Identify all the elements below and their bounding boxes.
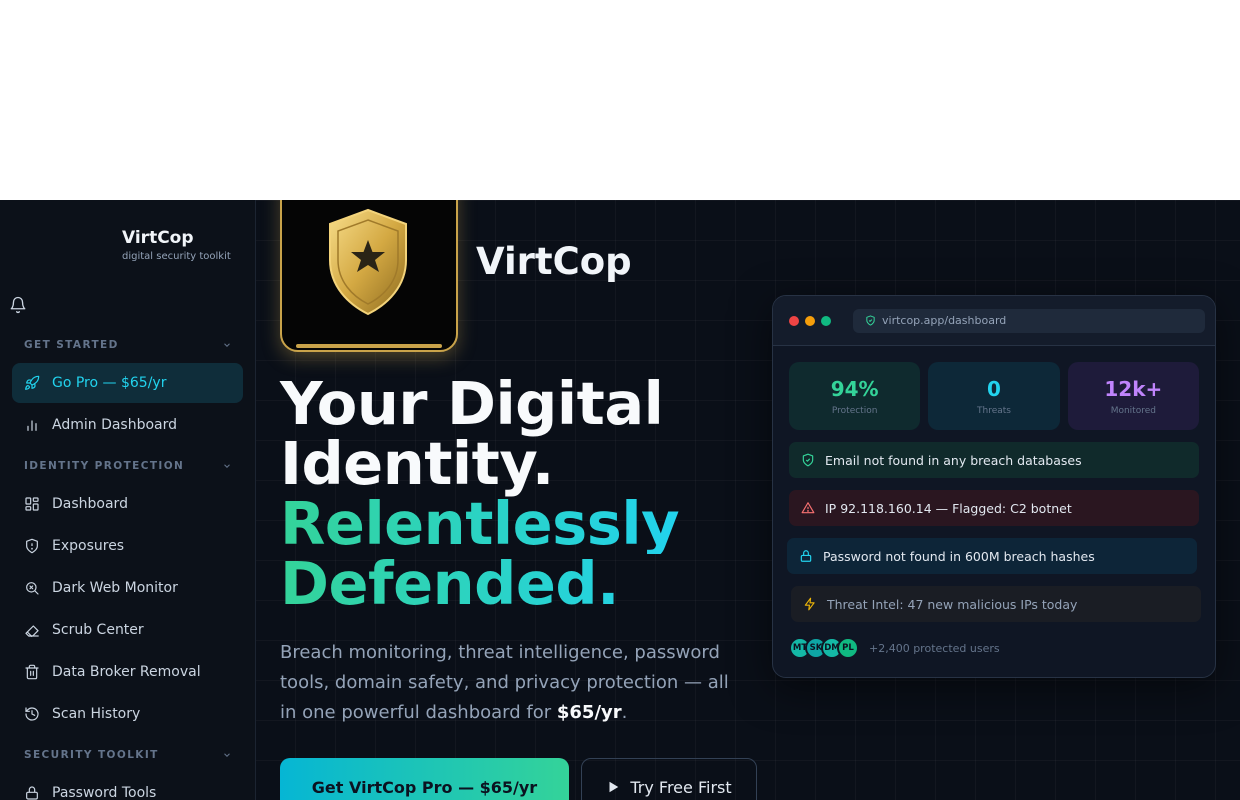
headline-line: Your Digital bbox=[280, 369, 664, 438]
search-icon bbox=[26, 582, 39, 595]
sidebar-item-label: Dark Web Monitor bbox=[52, 580, 178, 596]
alert-password-safe: Password not found in 600M breach hashes bbox=[787, 538, 1197, 574]
sidebar-item-label: Scan History bbox=[52, 706, 141, 722]
rocket-icon bbox=[25, 375, 40, 390]
sidebar-item-go-pro[interactable]: Go Pro — $65/yr bbox=[12, 363, 243, 403]
window-close-dot bbox=[789, 315, 799, 326]
play-icon bbox=[609, 781, 619, 793]
get-pro-button[interactable]: Get VirtCop Pro — $65/yr bbox=[280, 758, 569, 800]
stat-monitored: 12k+ Monitored bbox=[1067, 362, 1199, 430]
brand[interactable]: VirtCop digital security toolkit bbox=[122, 228, 231, 262]
section-security-toolkit[interactable]: SECURITY TOOLKIT bbox=[24, 749, 232, 761]
logo-base-bar bbox=[296, 344, 442, 348]
sidebar-item-scrub-center[interactable]: Scrub Center bbox=[12, 610, 243, 650]
stat-label: Monitored bbox=[1110, 405, 1156, 416]
shield-icon bbox=[26, 538, 38, 554]
dashboard-preview: virtcop.app/dashboard 94% Protection 0 T… bbox=[772, 295, 1216, 678]
headline-accent-line: Defended. bbox=[280, 554, 679, 614]
hero-headline: Your Digital Identity. Relentlessly Defe… bbox=[280, 369, 680, 614]
brand-tagline: digital security toolkit bbox=[122, 251, 231, 262]
chevron-down-icon bbox=[224, 753, 230, 757]
sidebar-item-label: Password Tools bbox=[52, 785, 157, 800]
avatar: PL bbox=[837, 637, 859, 659]
alert-text: Email not found in any breach databases bbox=[825, 452, 1082, 468]
headline-accent-line: Relentlessly bbox=[280, 489, 680, 558]
description-text: Breach monitoring, threat intelligence, … bbox=[280, 642, 729, 723]
url-text: virtcop.app/dashboard bbox=[882, 314, 1007, 327]
try-free-button[interactable]: Try Free First bbox=[581, 758, 757, 800]
section-identity-protection[interactable]: IDENTITY PROTECTION bbox=[24, 460, 232, 472]
alert-text: Password not found in 600M breach hashes bbox=[823, 548, 1095, 564]
app-logo bbox=[280, 200, 458, 352]
sidebar: VirtCop digital security toolkit GET STA… bbox=[0, 200, 256, 800]
section-label: SECURITY TOOLKIT bbox=[24, 749, 159, 761]
hero-description: Breach monitoring, threat intelligence, … bbox=[280, 638, 730, 728]
alert-ip-flagged: IP 92.118.160.14 — Flagged: C2 botnet bbox=[789, 490, 1199, 526]
window-maximize-dot bbox=[821, 315, 831, 326]
lock-icon bbox=[26, 786, 38, 800]
eraser-icon bbox=[25, 625, 39, 638]
warning-icon bbox=[801, 502, 815, 514]
sidebar-item-password-tools[interactable]: Password Tools bbox=[12, 773, 243, 800]
shield-check-icon bbox=[866, 315, 875, 326]
blank-header-area bbox=[0, 0, 1240, 200]
sidebar-item-label: Scrub Center bbox=[52, 622, 144, 638]
stat-value: 0 bbox=[987, 376, 1001, 401]
sidebar-item-admin-dashboard[interactable]: Admin Dashboard bbox=[12, 405, 243, 445]
stat-label: Threats bbox=[977, 405, 1011, 416]
chevron-down-icon bbox=[224, 464, 230, 468]
sidebar-item-label: Admin Dashboard bbox=[52, 417, 178, 433]
stat-value: 94% bbox=[830, 376, 879, 401]
app-root: VirtCop digital security toolkit GET STA… bbox=[0, 200, 1240, 800]
bell-icon[interactable] bbox=[9, 296, 27, 314]
headline-line: Identity. bbox=[280, 429, 554, 498]
bar-chart-icon bbox=[27, 420, 37, 431]
sidebar-item-data-broker-removal[interactable]: Data Broker Removal bbox=[12, 652, 243, 692]
section-label: GET STARTED bbox=[24, 339, 119, 351]
hero-brand-title: VirtCop bbox=[476, 240, 632, 283]
description-end: . bbox=[621, 702, 628, 723]
url-bar: virtcop.app/dashboard bbox=[853, 308, 1205, 333]
sidebar-item-label: Data Broker Removal bbox=[52, 664, 201, 680]
alert-threat-intel: Threat Intel: 47 new malicious IPs today bbox=[791, 586, 1201, 622]
trash-icon bbox=[25, 664, 39, 680]
sidebar-item-label: Go Pro — $65/yr bbox=[52, 375, 167, 391]
protected-users: MT SK DM PL +2,400 protected users bbox=[789, 637, 1000, 659]
sidebar-item-label: Exposures bbox=[52, 538, 125, 554]
stats-row: 94% Protection 0 Threats 12k+ Monitored bbox=[789, 362, 1199, 430]
alert-text: Threat Intel: 47 new malicious IPs today bbox=[827, 596, 1078, 612]
sidebar-item-label: Dashboard bbox=[52, 496, 128, 512]
gold-shield-star-icon bbox=[329, 208, 407, 316]
sidebar-item-scan-history[interactable]: Scan History bbox=[12, 694, 243, 734]
brand-name: VirtCop bbox=[122, 228, 194, 248]
sidebar-item-exposures[interactable]: Exposures bbox=[12, 526, 243, 566]
browser-toolbar: virtcop.app/dashboard bbox=[773, 296, 1215, 346]
main-content: VirtCop Your Digital Identity. Relentles… bbox=[256, 200, 1240, 800]
users-count-text: +2,400 protected users bbox=[869, 641, 1000, 655]
alert-text: IP 92.118.160.14 — Flagged: C2 botnet bbox=[825, 500, 1072, 516]
alert-email-safe: Email not found in any breach databases bbox=[789, 442, 1199, 478]
chevron-down-icon bbox=[224, 343, 230, 347]
sidebar-item-dashboard[interactable]: Dashboard bbox=[12, 484, 243, 524]
stat-label: Protection bbox=[831, 405, 878, 416]
lightning-icon bbox=[804, 597, 815, 611]
section-get-started[interactable]: GET STARTED bbox=[24, 339, 232, 351]
section-label: IDENTITY PROTECTION bbox=[24, 460, 185, 472]
lock-icon bbox=[800, 550, 812, 562]
history-icon bbox=[25, 707, 39, 721]
sidebar-item-dark-web-monitor[interactable]: Dark Web Monitor bbox=[12, 568, 243, 608]
description-price: $65/yr bbox=[556, 702, 622, 723]
shield-check-icon bbox=[802, 453, 814, 467]
stat-value: 12k+ bbox=[1104, 376, 1163, 401]
try-free-label: Try Free First bbox=[630, 777, 732, 797]
stat-threats: 0 Threats bbox=[928, 362, 1060, 430]
grid-icon bbox=[25, 497, 39, 511]
window-minimize-dot bbox=[805, 315, 815, 326]
stat-protection: 94% Protection bbox=[789, 362, 921, 430]
